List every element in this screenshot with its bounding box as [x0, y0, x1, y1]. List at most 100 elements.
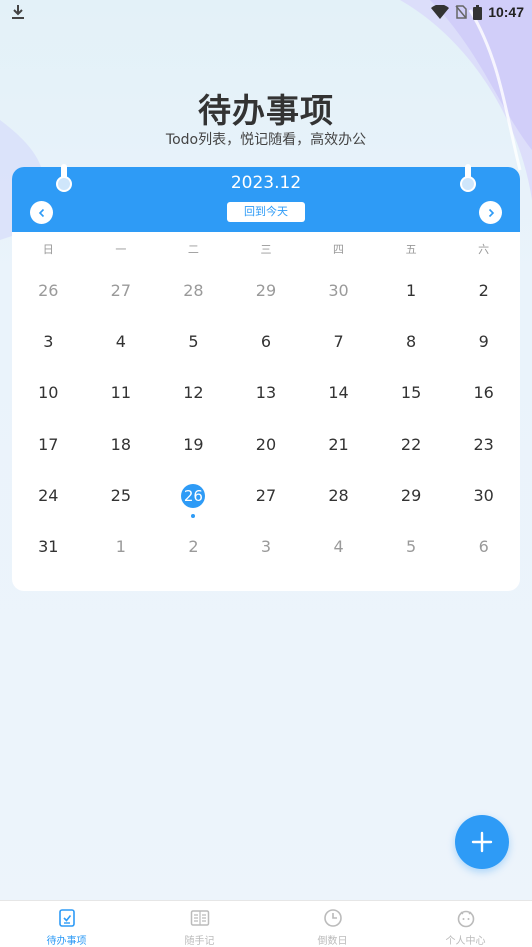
download-icon [12, 5, 24, 19]
battery-icon [473, 4, 483, 20]
calendar-day[interactable]: 3 [12, 326, 85, 377]
calendar-day-number: 18 [110, 434, 132, 454]
back-to-today-button[interactable]: 回到今天 [227, 202, 305, 222]
calendar-day[interactable]: 21 [302, 429, 375, 480]
calendar-day-number: 5 [406, 536, 417, 556]
calendar-day-selected[interactable]: 26 [157, 480, 230, 531]
next-month-button[interactable] [479, 201, 502, 224]
page-title: 待办事项 [198, 91, 334, 130]
calendar-day-number: 28 [183, 281, 204, 300]
calendar-day[interactable]: 23 [447, 429, 520, 480]
tab-todo[interactable]: 待办事项 [0, 901, 133, 947]
calendar-day[interactable]: 8 [375, 326, 448, 377]
calendar-day[interactable]: 20 [230, 429, 303, 480]
calendar-day-number: 14 [328, 383, 349, 403]
page-subtitle: Todo列表，悦记随看，高效办公 [165, 132, 367, 148]
calendar-day[interactable]: 28 [302, 480, 375, 531]
calendar-day[interactable]: 17 [12, 429, 85, 480]
calendar-day-number: 7 [333, 332, 344, 352]
calendar-day[interactable]: 16 [447, 377, 520, 428]
calendar-day[interactable]: 10 [12, 377, 85, 428]
weekday-row: 日 一 二 三 四 五 六 [12, 241, 520, 261]
calendar-day-number: 24 [38, 485, 59, 505]
calendar-day-number: 4 [333, 536, 344, 556]
tab-profile-label: 个人中心 [445, 936, 486, 947]
calendar-day[interactable]: 3 [230, 531, 303, 582]
calendar-day[interactable]: 2 [447, 275, 520, 326]
event-dot-indicator [191, 513, 196, 518]
calendar-card: 2023.12 回到今天 日 一 二 三 四 五 六 26 27 28 29 30 1 2 3… [12, 164, 520, 591]
calendar-day[interactable]: 27 [85, 275, 158, 326]
calendar-day[interactable]: 1 [85, 531, 158, 582]
prev-month-button[interactable] [30, 201, 53, 224]
calendar-week-row: 10 11 12 13 14 15 16 [12, 377, 520, 428]
calendar-week-row: 3 4 5 6 7 8 9 [12, 326, 520, 377]
calendar-day[interactable]: 15 [375, 377, 448, 428]
calendar-day-number: 21 [328, 434, 349, 454]
calendar-day-number: 10 [38, 383, 59, 403]
calendar-week-row: 26 27 28 29 30 1 2 [12, 275, 520, 326]
calendar-day[interactable]: 14 [302, 377, 375, 428]
calendar-day[interactable]: 29 [230, 275, 303, 326]
calendar-day-number: 26 [38, 281, 59, 300]
chevron-left-icon [38, 208, 44, 217]
calendar-day[interactable]: 12 [157, 377, 230, 428]
weekday-label: 四 [333, 243, 345, 256]
chevron-right-icon [488, 208, 494, 217]
calendar-day[interactable]: 6 [230, 326, 303, 377]
calendar-day[interactable]: 6 [447, 531, 520, 582]
tab-profile[interactable]: 个人中心 [399, 901, 532, 947]
calendar-day[interactable]: 1 [375, 275, 448, 326]
calendar-day-number: 20 [255, 434, 277, 454]
tab-notes-label: 随手记 [184, 936, 215, 947]
no-sim-icon [455, 5, 467, 19]
weekday-label: 二 [187, 243, 199, 256]
profile-icon [457, 910, 475, 928]
bottom-tab-bar: 待办事项 随手记 倒数日 个人中心 [0, 900, 532, 947]
add-todo-button[interactable] [455, 815, 509, 869]
calendar-day-number: 1 [115, 536, 126, 556]
tab-notes[interactable]: 随手记 [133, 901, 266, 947]
tab-countdown[interactable]: 倒数日 [266, 901, 399, 947]
calendar-day[interactable]: 30 [302, 275, 375, 326]
calendar-day[interactable]: 26 [12, 275, 85, 326]
weekday-label: 日 [42, 243, 54, 256]
calendar-day[interactable]: 25 [85, 480, 158, 531]
calendar-day[interactable]: 19 [157, 429, 230, 480]
calendar-day[interactable]: 11 [85, 377, 158, 428]
calendar-day[interactable]: 24 [12, 480, 85, 531]
weekday-label: 五 [405, 243, 417, 256]
calendar-day-number: 31 [38, 536, 59, 556]
calendar-day[interactable]: 27 [230, 480, 303, 531]
calendar-day-number: 6 [260, 332, 272, 352]
calendar-day-number: 13 [255, 383, 277, 403]
calendar-day-number: 26 [181, 483, 206, 508]
calendar-day[interactable]: 30 [447, 480, 520, 531]
calendar-grid: 26 27 28 29 30 1 2 3 4 5 6 7 8 9 10 11 12 13 14 15 16 17 18 19 2… [12, 275, 520, 582]
calendar-day[interactable]: 29 [375, 480, 448, 531]
calendar-day[interactable]: 13 [230, 377, 303, 428]
calendar-day[interactable]: 9 [447, 326, 520, 377]
calendar-day[interactable]: 18 [85, 429, 158, 480]
calendar-day[interactable]: 5 [157, 326, 230, 377]
calendar-day[interactable]: 28 [157, 275, 230, 326]
calendar-day-number: 29 [255, 281, 277, 300]
tab-countdown-label: 倒数日 [317, 936, 348, 947]
calendar-day[interactable]: 4 [85, 326, 158, 377]
wifi-icon [431, 5, 450, 19]
weekday-label: 三 [260, 243, 272, 256]
calendar-day[interactable]: 7 [302, 326, 375, 377]
calendar-day[interactable]: 2 [157, 531, 230, 582]
tab-todo-label: 待办事项 [46, 936, 87, 947]
calendar-day[interactable]: 4 [302, 531, 375, 582]
calendar-week-row: 17 18 19 20 21 22 23 [12, 429, 520, 480]
calendar-day[interactable]: 31 [12, 531, 85, 582]
calendar-day[interactable]: 22 [375, 429, 448, 480]
calendar-day[interactable]: 5 [375, 531, 448, 582]
calendar-day-number: 15 [400, 383, 422, 403]
weekday-label: 一 [115, 243, 127, 256]
calendar-day-number: 30 [473, 485, 494, 505]
calendar-day-number: 6 [478, 536, 489, 556]
calendar-day-number: 1 [406, 281, 417, 300]
calendar-day-number: 25 [110, 485, 132, 505]
